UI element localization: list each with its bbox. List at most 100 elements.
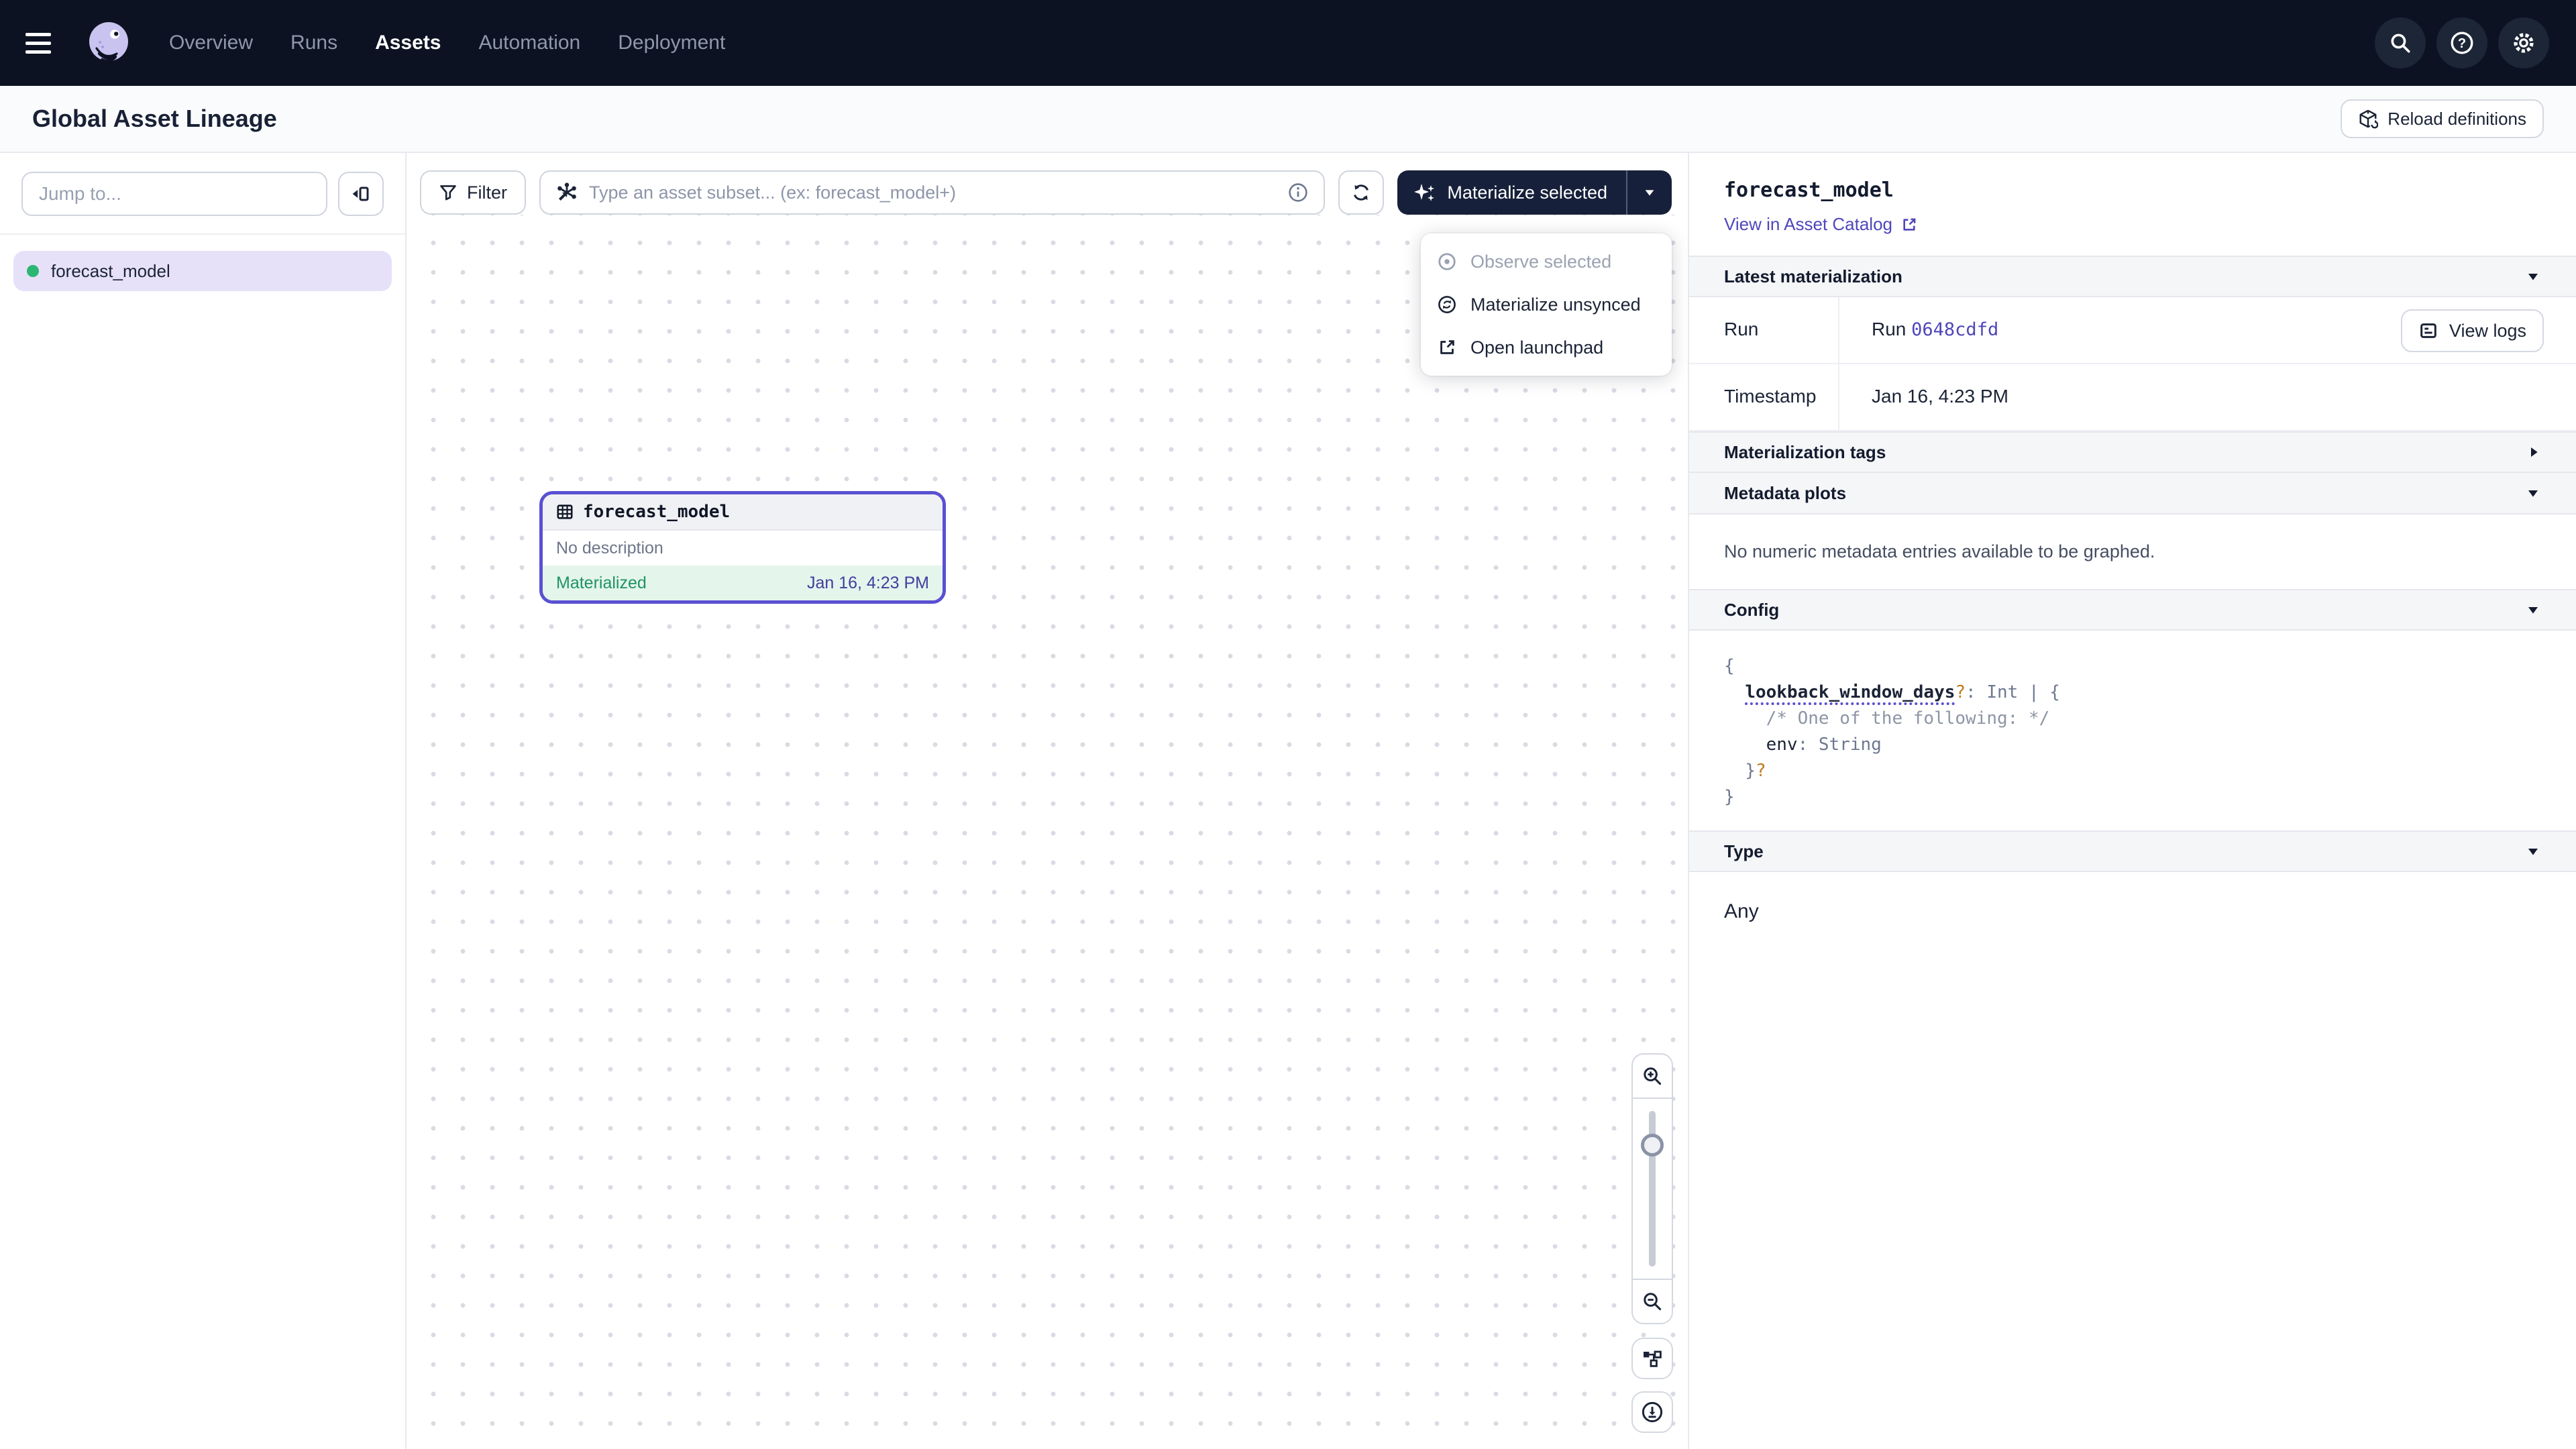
- sidebar-search-row: [0, 153, 405, 235]
- view-logs-label: View logs: [2449, 321, 2526, 341]
- view-logs-button[interactable]: View logs: [2401, 309, 2544, 352]
- info-icon[interactable]: [1287, 182, 1309, 203]
- observe-icon: [1437, 252, 1457, 272]
- rearrange-layout-button[interactable]: [1631, 1338, 1673, 1379]
- asset-subset-input[interactable]: [589, 182, 1277, 203]
- config-token: {: [1724, 656, 1735, 676]
- nav-item-overview[interactable]: Overview: [169, 32, 253, 54]
- menu-item-label: Observe selected: [1470, 252, 1611, 272]
- caret-down-icon: [2525, 602, 2541, 618]
- asset-details-panel: forecast_model View in Asset Catalog Lat…: [1688, 153, 2576, 1449]
- nav-item-assets[interactable]: Assets: [375, 32, 441, 54]
- materialized-status-label: Materialized: [556, 574, 647, 593]
- main-content: forecast_model Filter: [0, 153, 2576, 1449]
- collapse-panel-icon: [350, 183, 372, 205]
- collapse-panel-button[interactable]: [338, 172, 384, 216]
- type-value: Any: [1689, 872, 2576, 951]
- asset-node-forecast-model[interactable]: forecast_model No description Materializ…: [539, 491, 946, 604]
- caret-right-icon: [2525, 444, 2541, 460]
- run-id-link[interactable]: 0648cdfd: [1911, 319, 1998, 340]
- primary-nav: Overview Runs Assets Automation Deployme…: [169, 32, 725, 54]
- nav-item-deployment[interactable]: Deployment: [618, 32, 725, 54]
- section-label: Type: [1724, 841, 1764, 862]
- lineage-canvas[interactable]: Filter: [407, 153, 1688, 1449]
- materialization-timestamp: Jan 16, 4:23 PM: [807, 574, 929, 593]
- menu-item-open-launchpad[interactable]: Open launchpad: [1421, 326, 1672, 369]
- zoom-out-button[interactable]: [1633, 1279, 1672, 1323]
- section-label: Metadata plots: [1724, 483, 1846, 504]
- asset-node-status-bar: Materialized Jan 16, 4:23 PM: [543, 566, 943, 600]
- zoom-slider-thumb[interactable]: [1641, 1134, 1664, 1157]
- zoom-out-icon: [1642, 1291, 1663, 1312]
- config-token: ?: [1955, 682, 1966, 702]
- search-button[interactable]: [2375, 17, 2426, 68]
- section-config[interactable]: Config: [1689, 589, 2576, 631]
- metadata-plots-empty-message: No numeric metadata entries available to…: [1689, 515, 2576, 589]
- graph-toolbar: Filter: [420, 170, 1672, 215]
- reload-definitions-label: Reload definitions: [2387, 109, 2526, 129]
- external-link-icon: [1437, 337, 1457, 358]
- section-metadata-plots[interactable]: Metadata plots: [1689, 473, 2576, 515]
- asset-subset-search: [539, 170, 1325, 215]
- config-key[interactable]: lookback_window_days: [1745, 682, 1955, 705]
- menu-item-label: Materialize unsynced: [1470, 294, 1641, 315]
- materialize-selected-button[interactable]: Materialize selected: [1397, 170, 1626, 215]
- nav-item-automation[interactable]: Automation: [478, 32, 580, 54]
- timestamp-row: Timestamp Jan 16, 4:23 PM: [1689, 364, 2576, 431]
- asset-list-item-forecast-model[interactable]: forecast_model: [13, 251, 392, 291]
- download-image-button[interactable]: [1631, 1391, 1673, 1433]
- jump-to-input[interactable]: [21, 172, 327, 216]
- section-label: Config: [1724, 600, 1779, 621]
- graph-layout-icon: [1642, 1348, 1663, 1369]
- run-row-value: Run 0648cdfd View logs: [1839, 297, 2576, 363]
- section-type[interactable]: Type: [1689, 830, 2576, 872]
- config-schema-code: { lookback_window_days?: Int | { /* One …: [1689, 631, 2576, 830]
- section-latest-materialization[interactable]: Latest materialization: [1689, 256, 2576, 297]
- zoom-controls: [1631, 1053, 1673, 1324]
- run-prefix: Run: [1872, 319, 1906, 339]
- run-row-label: Run: [1689, 297, 1839, 363]
- reload-cube-icon: [2358, 109, 2378, 129]
- materialize-split-button: Materialize selected: [1397, 170, 1672, 215]
- help-button[interactable]: ?: [2436, 17, 2487, 68]
- top-nav-bar: Overview Runs Assets Automation Deployme…: [0, 0, 2576, 86]
- config-env-key: env: [1766, 735, 1798, 755]
- asset-selection-icon: [555, 181, 578, 204]
- config-token: : String: [1798, 735, 1882, 755]
- external-link-icon: [1900, 216, 1918, 233]
- asset-node-name: forecast_model: [583, 502, 730, 522]
- filter-button[interactable]: Filter: [420, 170, 526, 215]
- materialize-dropdown-toggle[interactable]: [1627, 170, 1672, 215]
- menu-item-label: Open launchpad: [1470, 337, 1603, 358]
- hamburger-menu-icon[interactable]: [21, 21, 64, 64]
- section-label: Materialization tags: [1724, 442, 1886, 463]
- reload-definitions-button[interactable]: Reload definitions: [2341, 99, 2544, 138]
- refresh-button[interactable]: [1338, 170, 1384, 215]
- dagster-logo[interactable]: [83, 17, 134, 68]
- zoom-slider[interactable]: [1633, 1099, 1672, 1279]
- section-materialization-tags[interactable]: Materialization tags: [1689, 431, 2576, 473]
- filter-funnel-icon: [439, 183, 458, 202]
- menu-item-materialize-unsynced[interactable]: Materialize unsynced: [1421, 283, 1672, 326]
- chevron-down-icon: [1642, 185, 1657, 200]
- filter-label: Filter: [467, 182, 507, 203]
- panel-asset-title: forecast_model: [1724, 178, 2541, 202]
- zoom-in-button[interactable]: [1633, 1055, 1672, 1099]
- config-comment: /* One of the following: */: [1766, 708, 2050, 729]
- materialize-selected-label: Materialize selected: [1447, 182, 1607, 203]
- materialize-dropdown-menu: Observe selected Materialize unsynced Op…: [1421, 233, 1672, 376]
- refresh-icon: [1350, 182, 1372, 203]
- view-in-asset-catalog-link[interactable]: View in Asset Catalog: [1724, 214, 1918, 235]
- top-nav-actions: ?: [2375, 17, 2549, 68]
- dot-grid-background: [407, 215, 1688, 1449]
- menu-item-observe-selected[interactable]: Observe selected: [1421, 240, 1672, 283]
- settings-button[interactable]: [2498, 17, 2549, 68]
- table-icon: [556, 503, 574, 521]
- config-token: ?: [1756, 761, 1766, 781]
- nav-item-runs[interactable]: Runs: [290, 32, 337, 54]
- search-icon: [2389, 32, 2412, 54]
- zoom-in-icon: [1642, 1065, 1663, 1087]
- page-header: Global Asset Lineage Reload definitions: [0, 86, 2576, 153]
- help-icon: ?: [2449, 30, 2475, 56]
- sync-circle-icon: [1437, 294, 1457, 315]
